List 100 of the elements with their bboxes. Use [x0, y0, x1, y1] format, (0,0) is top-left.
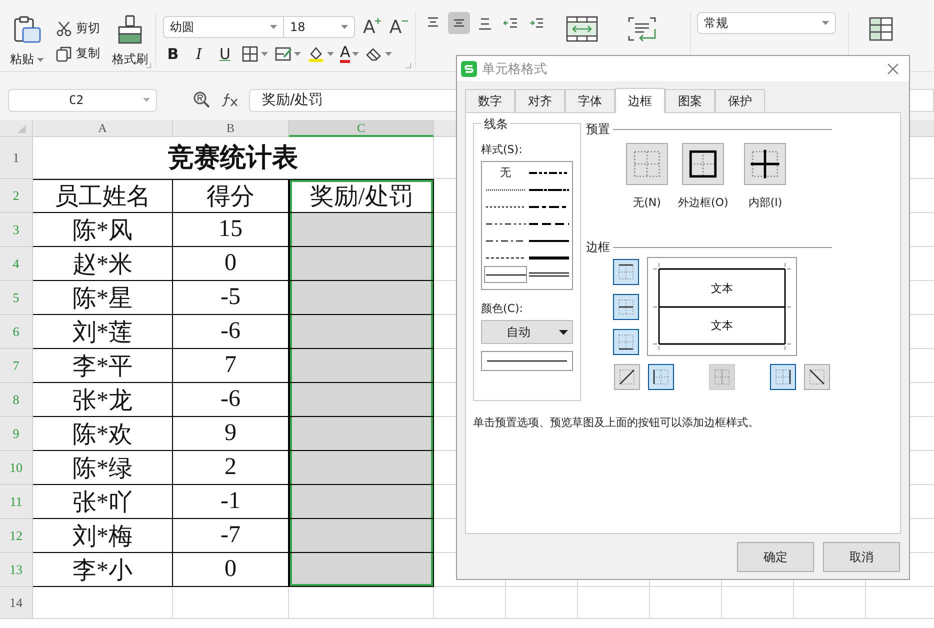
- shrink-font-button[interactable]: A: [389, 16, 408, 38]
- line-style-list[interactable]: 无: [481, 161, 573, 290]
- table-cell: [650, 587, 722, 619]
- cell-style-button[interactable]: [274, 45, 301, 63]
- preset-label: 无(N): [633, 195, 661, 210]
- close-icon[interactable]: [887, 62, 899, 74]
- grow-font-button[interactable]: A: [363, 16, 382, 38]
- fill-color-button[interactable]: [307, 45, 334, 63]
- bold-button[interactable]: B: [163, 45, 183, 63]
- column-header[interactable]: B: [173, 120, 289, 137]
- caret-icon: [822, 21, 829, 25]
- table-cell: 李*小: [33, 553, 173, 587]
- merge-icon[interactable]: [566, 16, 598, 42]
- caret-icon: [558, 330, 568, 334]
- copy-button[interactable]: 复制: [56, 45, 100, 62]
- border-preview[interactable]: 文本 文本: [647, 257, 797, 356]
- caret-icon: [385, 52, 392, 56]
- align-middle-button[interactable]: [448, 12, 470, 34]
- paste-icon[interactable]: [12, 15, 42, 45]
- paste-button[interactable]: 粘贴: [10, 51, 44, 68]
- tab[interactable]: 保护: [715, 89, 765, 112]
- section-title: 预置: [586, 120, 610, 138]
- name-box[interactable]: C2: [8, 88, 157, 112]
- table-cell: [794, 587, 866, 619]
- cell-style-icon: [274, 45, 292, 63]
- line-style-option[interactable]: [484, 266, 527, 283]
- table-cell: 李*平: [33, 349, 173, 383]
- minus-icon: [402, 18, 408, 24]
- table-cell: 陈*绿: [33, 451, 173, 485]
- border-right-button[interactable]: [770, 364, 796, 390]
- font-color-button[interactable]: A: [340, 45, 360, 63]
- column-heading: 奖励/处罚: [289, 179, 434, 213]
- border-bottom-button[interactable]: [613, 329, 639, 355]
- table-cell: 刘*梅: [33, 519, 173, 553]
- cut-button[interactable]: 剪切: [56, 20, 100, 37]
- line-style-option[interactable]: 无: [484, 164, 527, 181]
- table-cell: 陈*星: [33, 281, 173, 315]
- table-cell: [578, 587, 650, 619]
- copy-icon: [56, 46, 72, 62]
- row-header[interactable]: 1: [0, 137, 33, 179]
- border-left-button[interactable]: [648, 364, 674, 390]
- table-cell: 张*龙: [33, 383, 173, 417]
- column-header[interactable]: A: [33, 120, 173, 137]
- tab[interactable]: 对齐: [515, 89, 565, 112]
- caret-icon: [270, 25, 277, 29]
- border-top-button[interactable]: [613, 259, 639, 285]
- tab[interactable]: 图案: [665, 89, 715, 112]
- table-cell: [722, 587, 794, 619]
- preview-text: 文本: [711, 319, 733, 332]
- underline-button[interactable]: U: [215, 45, 235, 63]
- border-diag-up-button[interactable]: [614, 364, 640, 390]
- format-painter-button[interactable]: 格式刷: [112, 51, 148, 68]
- tab[interactable]: 字体: [565, 89, 615, 112]
- dialog-button[interactable]: 确定: [737, 542, 814, 572]
- table-cell: 张*吖: [33, 485, 173, 519]
- field-label: 样式(S):: [481, 142, 524, 157]
- caret-icon: [143, 98, 150, 102]
- font-size: 18: [290, 20, 306, 34]
- caret-icon: [352, 52, 360, 56]
- caret-icon: [37, 58, 44, 62]
- color-dropdown[interactable]: 自动: [481, 320, 573, 344]
- brush-icon[interactable]: [116, 15, 144, 45]
- table-cell: 陈*风: [33, 213, 173, 247]
- caret-icon: [327, 52, 334, 56]
- preset-button[interactable]: [682, 143, 724, 185]
- formula-text: 奖励/处罚: [262, 91, 323, 109]
- table-cell: [434, 587, 506, 619]
- table-cell: 陈*欢: [33, 417, 173, 451]
- caret-icon: [261, 52, 268, 56]
- table-title: 竞赛统计表: [33, 137, 434, 179]
- row-header[interactable]: 14: [0, 587, 33, 619]
- scissors-icon: [56, 20, 72, 36]
- dialog-title: 单元格格式: [482, 60, 548, 78]
- fill-color-icon: [307, 45, 325, 63]
- cell-reference: C2: [69, 93, 84, 107]
- preset-label: 外边框(O): [678, 195, 728, 210]
- border-diag-down-button[interactable]: [804, 364, 830, 390]
- tab[interactable]: 边框: [615, 88, 665, 113]
- font-name: 幼圆: [170, 18, 194, 36]
- caret-icon: [294, 52, 301, 56]
- preset-button[interactable]: [744, 143, 786, 185]
- font-dropdown[interactable]: 幼圆: [163, 16, 284, 38]
- preset-label: 内部(I): [748, 195, 782, 210]
- border-icon: [241, 45, 259, 63]
- table-grid-icon[interactable]: [869, 17, 893, 41]
- number-format: 常规: [704, 14, 728, 32]
- function-icon[interactable]: [221, 92, 239, 108]
- table-cell: 赵*米: [33, 247, 173, 281]
- italic-button[interactable]: I: [189, 45, 209, 63]
- wrap-text-icon[interactable]: [626, 16, 658, 42]
- field-label: 颜色(C):: [481, 301, 524, 316]
- border-button[interactable]: [241, 45, 268, 63]
- size-dropdown[interactable]: 18: [284, 16, 355, 38]
- zoom-icon[interactable]: [193, 91, 211, 109]
- border-middle-button[interactable]: [613, 294, 639, 320]
- plus-icon: [375, 18, 382, 24]
- dialog-button[interactable]: 取消: [823, 542, 900, 572]
- column-heading: 得分: [173, 179, 289, 213]
- number-format-dropdown[interactable]: 常规: [697, 12, 836, 34]
- tab[interactable]: 数字: [465, 89, 515, 112]
